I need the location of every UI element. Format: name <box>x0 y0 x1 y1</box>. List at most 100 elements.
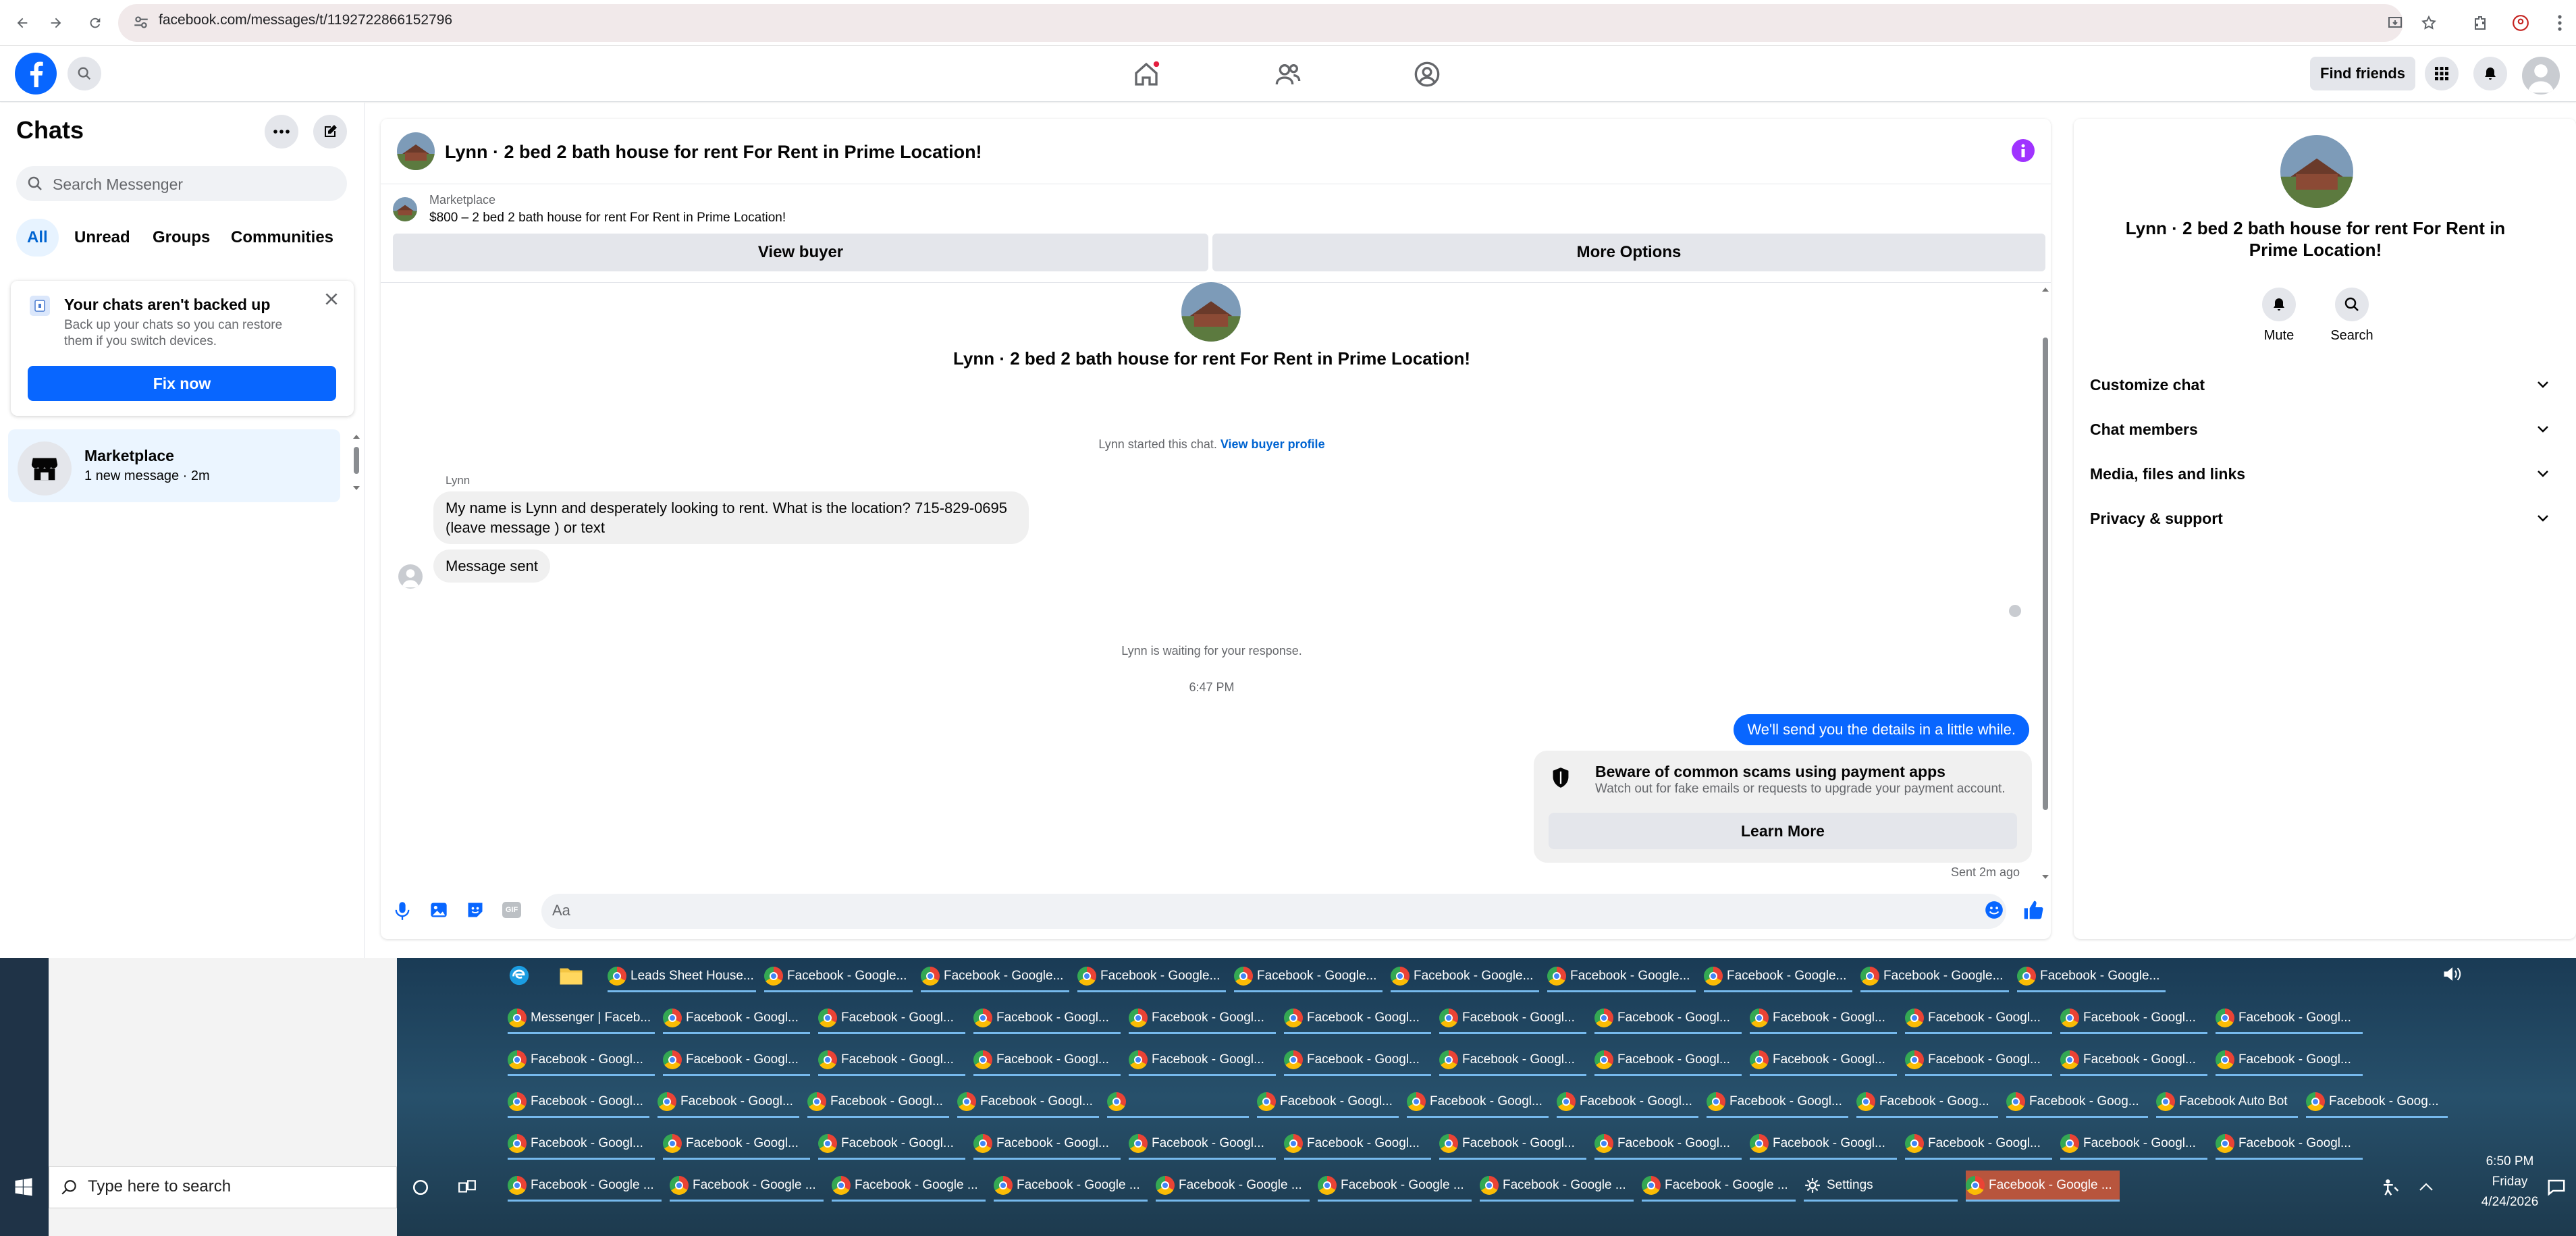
taskbar-window-button[interactable]: Facebook - Googl... <box>818 1045 965 1076</box>
menu-kebab-icon[interactable] <box>2548 11 2572 35</box>
home-nav[interactable] <box>1133 61 1160 88</box>
taskbar-window-button[interactable]: Facebook - Google ... <box>1966 1171 2120 1202</box>
taskbar-window-button[interactable]: Facebook - Googl... <box>663 1003 810 1034</box>
taskbar-window-button[interactable]: Facebook - Googl... <box>1594 1129 1742 1160</box>
taskbar-window-button[interactable]: Facebook - Googl... <box>818 1003 965 1034</box>
taskbar-window-button[interactable]: Facebook - Googl... <box>1439 1129 1586 1160</box>
taskbar-window-button[interactable]: Facebook - Google... <box>2017 961 2166 992</box>
notification-center-icon[interactable] <box>2546 1177 2567 1198</box>
url-text[interactable]: facebook.com/messages/t/1192722866152796 <box>159 12 452 28</box>
account-avatar[interactable] <box>2522 57 2560 95</box>
taskbar-window-button[interactable]: Facebook - Google... <box>1077 961 1226 992</box>
tab-communities[interactable]: Communities <box>220 219 344 257</box>
new-message-button[interactable] <box>313 115 347 149</box>
taskbar-window-button[interactable]: Facebook - Google ... <box>670 1171 824 1202</box>
taskbar-window-button[interactable]: Settings <box>1804 1171 1958 1202</box>
install-app-icon[interactable] <box>2383 11 2407 35</box>
tab-groups[interactable]: Groups <box>142 219 221 257</box>
gif-icon[interactable]: GIF <box>502 902 521 918</box>
volume-icon[interactable] <box>2442 965 2463 983</box>
taskbar-window-button[interactable]: Facebook - Googl... <box>1707 1087 1848 1118</box>
microphone-icon[interactable] <box>393 901 412 921</box>
profile-icon[interactable] <box>2508 11 2533 35</box>
taskbar-window-button[interactable]: Facebook - Googl... <box>1407 1087 1549 1118</box>
tab-unread[interactable]: Unread <box>63 219 141 257</box>
taskbar-window-button[interactable]: Leads Sheet House... <box>608 961 756 992</box>
incoming-message[interactable]: Message sent <box>433 549 550 583</box>
facebook-logo[interactable] <box>15 53 57 95</box>
taskbar-window-button[interactable]: Facebook - Google... <box>1704 961 1852 992</box>
taskbar-window-button[interactable] <box>1107 1087 1249 1118</box>
chat-options-button[interactable] <box>265 115 298 149</box>
taskbar-window-button[interactable]: Facebook - Googl... <box>1439 1003 1586 1034</box>
taskbar-window-button[interactable]: Facebook - Googl... <box>663 1129 810 1160</box>
taskbar-window-button[interactable]: Facebook - Google ... <box>1156 1171 1310 1202</box>
taskbar-window-button[interactable]: Facebook - Google... <box>921 961 1069 992</box>
taskbar-window-button[interactable]: Facebook - Googl... <box>1594 1003 1742 1034</box>
taskbar-window-button[interactable]: Facebook - Google ... <box>832 1171 986 1202</box>
taskbar-window-button[interactable]: Facebook - Googl... <box>663 1045 810 1076</box>
accessibility-icon[interactable] <box>2380 1177 2400 1198</box>
taskbar-window-button[interactable]: Facebook - Google... <box>1391 961 1539 992</box>
search-button[interactable] <box>68 57 101 90</box>
taskbar-window-button[interactable]: Facebook - Googl... <box>1594 1045 1742 1076</box>
taskbar-window-button[interactable]: Facebook - Googl... <box>2216 1003 2363 1034</box>
learn-more-button[interactable]: Learn More <box>1549 813 2017 849</box>
taskbar-window-button[interactable]: Facebook - Googl... <box>508 1045 655 1076</box>
taskbar-window-button[interactable]: Facebook - Googl... <box>1284 1003 1431 1034</box>
taskbar-window-button[interactable]: Facebook - Googl... <box>2060 1129 2207 1160</box>
taskbar-window-button[interactable]: Facebook - Goog... <box>1856 1087 1998 1118</box>
extensions-icon[interactable] <box>2468 11 2492 35</box>
cortana-icon[interactable] <box>412 1179 429 1196</box>
taskbar-window-button[interactable]: Facebook - Google... <box>1860 961 2009 992</box>
taskbar-window-button[interactable]: Facebook - Google ... <box>508 1171 662 1202</box>
taskbar-window-button[interactable]: Facebook - Googl... <box>508 1129 655 1160</box>
taskbar-window-button[interactable]: Facebook - Googl... <box>2060 1003 2207 1034</box>
menu-button[interactable] <box>2425 57 2459 90</box>
taskbar-window-button[interactable]: Facebook - Goog... <box>2306 1087 2448 1118</box>
taskbar-window-button[interactable]: Facebook - Googl... <box>1905 1129 2052 1160</box>
taskbar-window-button[interactable]: Facebook - Googl... <box>1129 1129 1276 1160</box>
taskbar-window-button[interactable]: Facebook - Googl... <box>1750 1003 1897 1034</box>
file-explorer-icon[interactable] <box>559 965 583 986</box>
taskbar-window-button[interactable]: Facebook - Google ... <box>1642 1171 1796 1202</box>
listing-price-title[interactable]: $800 – 2 bed 2 bath house for rent For R… <box>429 211 786 225</box>
notifications-button[interactable] <box>2473 57 2507 90</box>
chevron-up-icon[interactable] <box>2418 1181 2434 1192</box>
thumbs-up-icon[interactable] <box>2022 899 2044 921</box>
edge-icon[interactable] <box>508 964 531 987</box>
task-view-icon[interactable] <box>458 1179 477 1196</box>
bookmark-star-icon[interactable] <box>2417 11 2441 35</box>
taskbar-window-button[interactable]: Facebook - Googl... <box>1750 1129 1897 1160</box>
profile-nav[interactable] <box>1414 61 1441 88</box>
taskbar-window-button[interactable]: Facebook - Googl... <box>1257 1087 1399 1118</box>
mute-button[interactable] <box>2262 288 2296 321</box>
sidebar-scrollbar[interactable] <box>352 432 360 493</box>
taskbar-window-button[interactable]: Facebook - Googl... <box>973 1003 1121 1034</box>
find-friends-button[interactable]: Find friends <box>2310 57 2415 90</box>
sender-avatar[interactable] <box>398 564 423 589</box>
taskbar-window-button[interactable]: Facebook - Googl... <box>2216 1129 2363 1160</box>
chat-members-item[interactable]: Chat members <box>2090 409 2549 450</box>
taskbar-window-button[interactable]: Messenger | Faceb... <box>508 1003 655 1034</box>
taskbar-window-button[interactable]: Facebook - Google ... <box>1480 1171 1634 1202</box>
outgoing-message[interactable]: We'll send you the details in a little w… <box>1734 714 2029 745</box>
taskbar-window-button[interactable]: Facebook - Googl... <box>1129 1045 1276 1076</box>
taskbar-window-button[interactable]: Facebook - Google... <box>1234 961 1383 992</box>
taskbar-window-button[interactable]: Facebook - Google ... <box>994 1171 1148 1202</box>
reload-button[interactable] <box>78 7 112 39</box>
address-bar[interactable] <box>118 4 2403 42</box>
thread-scrollbar[interactable] <box>2041 286 2049 880</box>
forward-button[interactable] <box>39 7 73 39</box>
taskbar-window-button[interactable]: Facebook - Googl... <box>1905 1003 2052 1034</box>
tab-all[interactable]: All <box>16 219 59 257</box>
message-input[interactable] <box>541 894 2006 929</box>
taskbar-window-button[interactable]: Facebook - Google ... <box>1318 1171 1472 1202</box>
taskbar-window-button[interactable]: Facebook - Googl... <box>807 1087 949 1118</box>
taskbar-window-button[interactable]: Facebook - Googl... <box>2060 1045 2207 1076</box>
taskbar-window-button[interactable]: Facebook - Goog... <box>2006 1087 2148 1118</box>
taskbar-clock[interactable]: 6:50 PM Friday 4/24/2026 <box>2476 1152 2544 1212</box>
taskbar-window-button[interactable]: Facebook - Googl... <box>1439 1045 1586 1076</box>
listing-avatar[interactable] <box>397 132 435 170</box>
taskbar-window-button[interactable]: Facebook - Googl... <box>658 1087 799 1118</box>
